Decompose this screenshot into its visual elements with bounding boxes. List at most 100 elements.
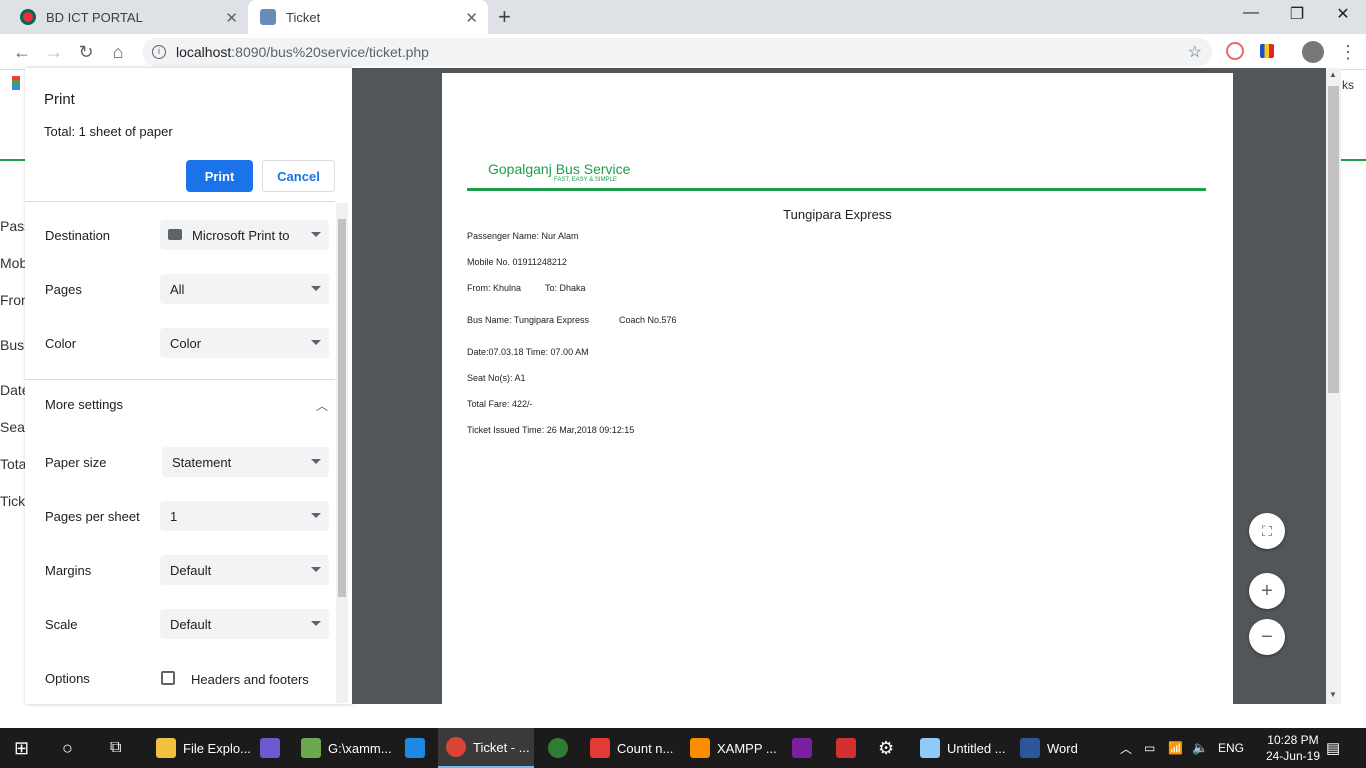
color-value: Color (170, 335, 202, 351)
volume-icon[interactable]: 🔈 (1192, 728, 1208, 768)
chevron-down-icon (311, 232, 321, 237)
chevron-up-icon[interactable]: ︿ (316, 397, 328, 414)
scale-select[interactable]: Default (160, 609, 329, 639)
tab-bd-ict-portal[interactable]: BD ICT PORTAL ✕ (8, 0, 248, 34)
settings-scrollbar[interactable] (336, 203, 348, 703)
close-window-icon[interactable]: ✕ (1320, 4, 1366, 24)
zoom-in-icon[interactable]: + (1249, 573, 1285, 609)
pages-label: Pages (45, 282, 82, 297)
book-icon (260, 738, 280, 758)
clock-date: 24-Jun-19 (1265, 749, 1320, 763)
passenger-name: Passenger Name: Nur Alam (467, 231, 579, 241)
url-host: localhost (176, 44, 232, 60)
pages-per-sheet-value: 1 (170, 508, 178, 524)
battery-icon[interactable]: ▭ (1144, 728, 1155, 768)
taskbar-acrobat[interactable] (836, 728, 863, 768)
scroll-up-icon[interactable]: ▲ (1329, 70, 1337, 79)
brand-tagline: FAST, EASY & SIMPLE (554, 177, 617, 183)
menu-icon[interactable]: ⋮ (1336, 40, 1360, 64)
tab-title: Ticket (286, 9, 321, 25)
color-select[interactable]: Color (160, 328, 329, 358)
scrollbar-thumb[interactable] (1328, 86, 1339, 393)
margins-value: Default (170, 562, 212, 578)
headers-footers-checkbox[interactable] (161, 671, 175, 685)
bus-name: Bus Name: Tungipara Express (467, 315, 590, 325)
browser-toolbar: ← → ↻ ⌂ i localhost:8090/bus%20service/t… (0, 34, 1366, 70)
notifications-icon[interactable]: ▤ (1326, 728, 1340, 768)
chevron-down-icon (311, 286, 321, 291)
language-indicator[interactable]: ENG (1218, 728, 1244, 768)
extension-blocker-icon[interactable] (1226, 42, 1244, 60)
back-icon[interactable]: ← (10, 40, 34, 64)
taskbar-xampp[interactable]: XAMPP ... (690, 728, 777, 768)
restore-icon[interactable]: ❐ (1274, 4, 1320, 24)
divider (25, 379, 335, 380)
printer-icon (168, 229, 182, 240)
taskbar-globe[interactable] (548, 728, 575, 768)
taskbar-notepad[interactable]: G:\xamm... (301, 728, 392, 768)
bookmark-star-icon[interactable]: ☆ (1188, 42, 1202, 62)
pages-per-sheet-select[interactable]: 1 (160, 501, 329, 531)
settings-gear-icon[interactable]: ⚙ (878, 728, 894, 768)
home-icon[interactable]: ⌂ (106, 40, 130, 64)
pages-select[interactable]: All (160, 274, 329, 304)
network-icon[interactable]: 📶 (1168, 728, 1183, 768)
cancel-button[interactable]: Cancel (262, 160, 335, 192)
tab-title: BD ICT PORTAL (46, 9, 143, 25)
address-bar[interactable]: i localhost:8090/bus%20service/ticket.ph… (142, 38, 1212, 66)
reload-icon[interactable]: ↻ (74, 40, 98, 64)
from-city: From: Khulna (467, 283, 522, 293)
print-preview: Gopalganj Bus Service FAST, EASY & SIMPL… (352, 68, 1326, 704)
seat-number: Seat No(s): A1 (467, 373, 526, 383)
preview-page: Gopalganj Bus Service FAST, EASY & SIMPL… (442, 73, 1233, 704)
extension-flag-icon[interactable] (1260, 44, 1274, 58)
taskbar-app[interactable] (260, 728, 287, 768)
search-icon[interactable]: ○ (62, 728, 73, 768)
destination-select[interactable]: Microsoft Print to (160, 220, 329, 250)
taskbar-chrome[interactable]: Ticket - ... (438, 728, 534, 768)
taskbar-label: Word (1047, 740, 1078, 756)
chevron-up-icon[interactable]: ︿ (1120, 728, 1132, 768)
paper-size-value: Statement (172, 454, 232, 470)
zoom-out-icon[interactable]: − (1249, 619, 1285, 655)
clock[interactable]: 10:28 PM 24-Jun-19 (1266, 732, 1320, 764)
print-button[interactable]: Print (186, 160, 253, 192)
taskbar-untitled[interactable]: Untitled ... (920, 728, 1006, 768)
tab-ticket[interactable]: Ticket ✕ (248, 0, 488, 34)
new-tab-button[interactable]: + (498, 4, 511, 30)
forward-icon[interactable]: → (42, 40, 66, 64)
more-settings-label[interactable]: More settings (45, 397, 123, 412)
taskbar-file-explorer[interactable]: File Explo... (156, 728, 251, 768)
taskbar-label: XAMPP ... (717, 740, 777, 756)
minimize-icon[interactable]: — (1228, 4, 1274, 22)
taskbar-visual-studio[interactable] (792, 728, 819, 768)
destination-label: Destination (45, 228, 111, 243)
info-icon[interactable]: i (152, 45, 166, 59)
folder-icon (156, 738, 176, 758)
margins-select[interactable]: Default (160, 555, 329, 585)
scale-label: Scale (45, 617, 78, 632)
scroll-down-icon[interactable]: ▼ (1329, 690, 1337, 699)
date-time: Date:07.03.18 Time: 07.00 AM (467, 347, 589, 357)
fit-to-page-icon[interactable]: ⛶ (1249, 513, 1285, 549)
taskbar-vscode[interactable] (405, 728, 432, 768)
close-tab-icon[interactable]: ✕ (225, 9, 238, 27)
taskbar-count[interactable]: Count n... (590, 728, 673, 768)
scrollbar-thumb[interactable] (338, 219, 346, 597)
headers-footers-label[interactable]: Headers and footers (191, 672, 309, 687)
avatar[interactable] (1302, 41, 1324, 63)
taskbar-word[interactable]: Word (1020, 728, 1078, 768)
paper-size-select[interactable]: Statement (162, 447, 329, 477)
taskbar: ⊞ ○ ⧉ File Explo... G:\xamm... Ticket - … (0, 728, 1366, 768)
task-view-icon[interactable]: ⧉ (110, 728, 121, 768)
print-settings-panel: Print Total: 1 sheet of paper Print Canc… (25, 68, 352, 704)
preview-scrollbar[interactable]: ▲ ▼ (1326, 68, 1341, 704)
margins-label: Margins (45, 563, 92, 578)
url-path: :8090/bus%20service/ticket.php (231, 44, 429, 60)
bg-label: Tick (0, 493, 26, 509)
close-tab-icon[interactable]: ✕ (465, 9, 478, 27)
notepad-icon (301, 738, 321, 758)
windows-start-icon[interactable]: ⊞ (14, 728, 29, 768)
to-city: To: Dhaka (545, 283, 586, 293)
chrome-icon (446, 737, 466, 757)
